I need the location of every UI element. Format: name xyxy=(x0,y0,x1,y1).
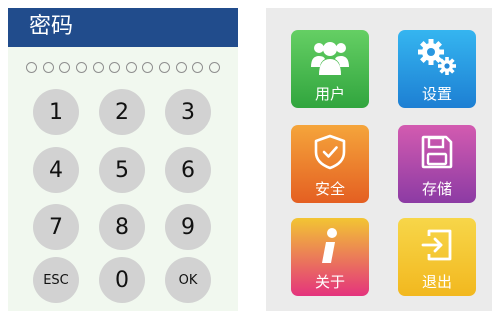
gears-icon xyxy=(418,39,456,75)
key-3[interactable]: 3 xyxy=(165,89,211,135)
menu-label-exit: 退出 xyxy=(421,273,452,291)
key-0[interactable]: 0 xyxy=(99,257,145,303)
key-5[interactable]: 5 xyxy=(99,147,145,193)
menu-tile-users[interactable]: 用户 xyxy=(291,30,369,108)
info-icon xyxy=(322,228,337,263)
menu-panel: 用户 设置 安全 存储 关于 退出 xyxy=(266,8,492,311)
menu-tile-storage[interactable]: 存储 xyxy=(398,125,476,203)
password-dot xyxy=(208,62,220,73)
menu-label-about: 关于 xyxy=(314,273,345,291)
key-4[interactable]: 4 xyxy=(33,147,79,193)
password-dots xyxy=(26,62,220,76)
password-dot xyxy=(42,62,54,73)
menu-tile-settings[interactable]: 设置 xyxy=(398,30,476,108)
password-dot xyxy=(109,62,121,73)
password-dot xyxy=(26,62,37,73)
password-title: 密码 xyxy=(29,14,74,39)
key-9[interactable]: 9 xyxy=(165,204,211,250)
exit-icon xyxy=(421,229,452,261)
password-header: 密码 xyxy=(8,8,238,47)
password-dot xyxy=(192,62,204,73)
key-esc[interactable]: ESC xyxy=(33,257,79,303)
menu-tile-security[interactable]: 安全 xyxy=(291,125,369,203)
menu-label-security: 安全 xyxy=(314,180,345,198)
menu-label-storage: 存储 xyxy=(421,180,452,198)
password-dot xyxy=(142,62,154,73)
key-7[interactable]: 7 xyxy=(33,204,79,250)
key-6[interactable]: 6 xyxy=(165,147,211,193)
password-dot xyxy=(175,62,187,73)
password-panel: 密码 1 2 3 4 5 6 7 8 9 ESC 0 OK xyxy=(8,8,238,311)
password-dot xyxy=(59,62,71,73)
users-icon xyxy=(311,42,349,75)
shield-check-icon xyxy=(314,134,346,170)
key-1[interactable]: 1 xyxy=(33,89,79,135)
key-8[interactable]: 8 xyxy=(99,204,145,250)
password-dot xyxy=(159,62,170,73)
password-dot xyxy=(125,62,137,73)
password-dot xyxy=(75,62,87,73)
floppy-disk-icon xyxy=(421,135,453,169)
menu-tile-exit[interactable]: 退出 xyxy=(398,218,476,296)
key-2[interactable]: 2 xyxy=(99,89,145,135)
password-dot xyxy=(92,62,104,73)
menu-label-users: 用户 xyxy=(314,85,345,103)
menu-label-settings: 设置 xyxy=(421,85,452,103)
menu-tile-about[interactable]: 关于 xyxy=(291,218,369,296)
key-ok[interactable]: OK xyxy=(165,257,211,303)
